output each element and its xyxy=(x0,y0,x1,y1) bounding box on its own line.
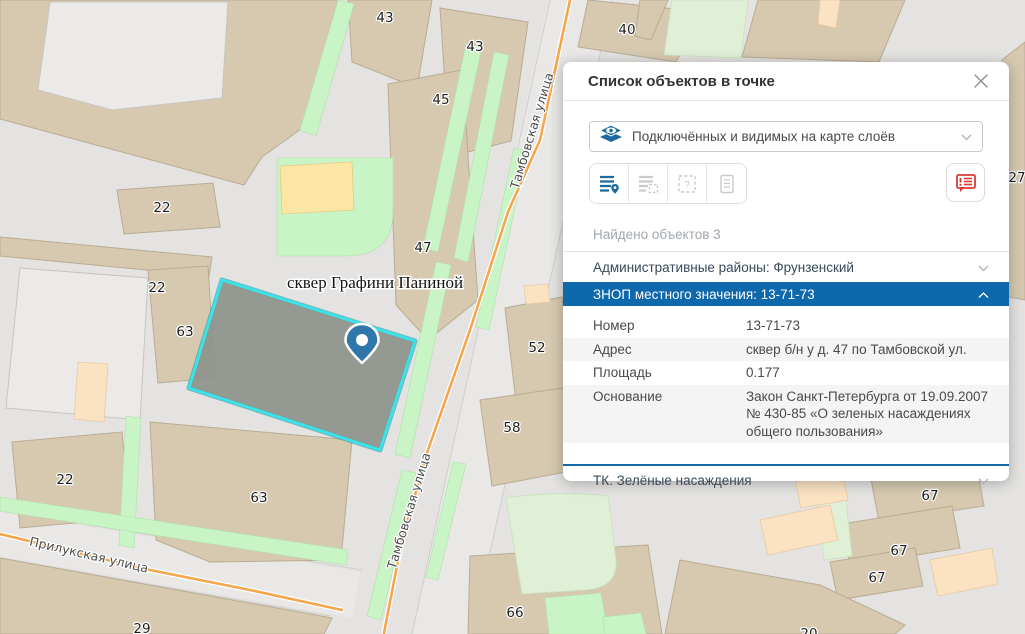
row-value: сквер б/н у д. 47 по Тамбовской ул. xyxy=(746,341,997,359)
yellow-building xyxy=(280,162,354,214)
building-number: 67 xyxy=(890,543,907,559)
found-objects-count: Найдено объектов 3 xyxy=(563,221,1009,252)
building-number: 40 xyxy=(618,22,635,38)
chevron-down-icon xyxy=(961,128,972,146)
building-number: 29 xyxy=(133,621,150,634)
area-label-skver: сквер Графини Паниной xyxy=(287,273,463,292)
row-label: Площадь xyxy=(593,364,746,382)
table-row: Основание Закон Санкт-Петербурга от 19.0… xyxy=(563,385,1009,444)
document-list-icon[interactable] xyxy=(707,164,746,203)
building-number: 67 xyxy=(868,570,885,586)
row-value: 13-71-73 xyxy=(746,317,997,335)
close-icon[interactable] xyxy=(971,71,991,91)
section-admin-districts[interactable]: Административные районы: Фрунзенский xyxy=(563,252,1009,282)
list-by-area-icon[interactable] xyxy=(629,164,668,203)
row-label: Номер xyxy=(593,317,746,335)
building-number: 27 xyxy=(1008,170,1025,186)
building-number: 47 xyxy=(414,240,431,256)
panel-header: Список объектов в точке xyxy=(563,62,1009,101)
section-label: ТК. Зелёные насаждения xyxy=(593,473,978,488)
table-row: Адрес сквер б/н у д. 47 по Тамбовской ул… xyxy=(563,338,1009,362)
row-value: 0.177 xyxy=(746,364,997,382)
report-error-icon[interactable] xyxy=(946,163,985,202)
chevron-down-icon xyxy=(978,473,989,488)
objects-panel: Список объектов в точке Подключённых и в… xyxy=(563,62,1009,481)
building-number: 20 xyxy=(800,626,817,634)
building-number: 63 xyxy=(176,324,193,340)
section-tk-green[interactable]: ТК. Зелёные насаждения xyxy=(563,466,1009,495)
building-number: 52 xyxy=(528,340,545,356)
building-number: 66 xyxy=(506,605,523,621)
table-row: Площадь 0.177 xyxy=(563,361,1009,385)
layers-visibility-icon xyxy=(599,123,623,150)
object-details-table: Номер 13-71-73 Адрес сквер б/н у д. 47 п… xyxy=(563,306,1009,443)
table-row: Номер 13-71-73 xyxy=(563,314,1009,338)
building-number: 22 xyxy=(148,280,165,296)
building-number: 45 xyxy=(432,92,449,108)
panel-toolbar: ? xyxy=(589,163,985,204)
building-number: 63 xyxy=(250,490,267,506)
search-mode-button-group: ? xyxy=(589,163,747,204)
building-number: 43 xyxy=(466,39,483,55)
building-number: 22 xyxy=(56,472,73,488)
chevron-up-icon xyxy=(978,287,989,302)
building-number: 58 xyxy=(503,420,520,436)
layer-filter-select[interactable]: Подключённых и видимых на карте слоёв xyxy=(589,121,983,152)
svg-text:?: ? xyxy=(684,180,690,191)
section-znop-expanded[interactable]: ЗНОП местного значения: 13-71-73 xyxy=(563,282,1009,306)
panel-title: Список объектов в точке xyxy=(588,73,971,90)
layer-filter-value: Подключённых и видимых на карте слоёв xyxy=(632,129,961,144)
section-label: Административные районы: Фрунзенский xyxy=(593,260,978,275)
chevron-down-icon xyxy=(978,260,989,275)
row-label: Адрес xyxy=(593,341,746,359)
section-label: ЗНОП местного значения: 13-71-73 xyxy=(593,287,978,302)
identify-area-icon[interactable]: ? xyxy=(668,164,707,203)
building-number: 43 xyxy=(376,10,393,26)
row-label: Основание xyxy=(593,388,746,441)
list-by-point-icon[interactable] xyxy=(590,164,629,203)
building-number: 22 xyxy=(153,200,170,216)
row-value: Закон Санкт-Петербурга от 19.09.2007 № 4… xyxy=(746,388,997,441)
